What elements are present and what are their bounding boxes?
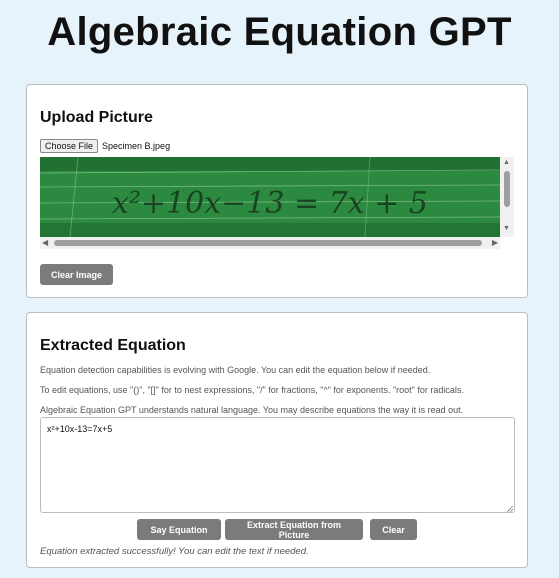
scroll-down-icon[interactable]: ▼: [503, 225, 510, 232]
file-name: Specimen B.jpeg: [102, 141, 171, 151]
say-equation-button[interactable]: Say Equation: [137, 519, 221, 540]
vertical-scrollbar[interactable]: ▲ ▼: [500, 157, 514, 237]
horizontal-scrollbar[interactable]: ◀ ▶: [40, 237, 500, 249]
horizontal-scroll-thumb[interactable]: [54, 240, 482, 246]
scroll-up-icon[interactable]: ▲: [503, 159, 510, 166]
image-preview-container: x²+10x−13 = 7x + 5 ▲ ▼ ◀ ▶: [40, 157, 514, 249]
extract-card: Extracted Equation Equation detection ca…: [26, 312, 528, 568]
image-equation-text: x²+10x−13 = 7x + 5: [112, 186, 428, 221]
scroll-left-icon[interactable]: ◀: [42, 238, 48, 247]
help-text-detection: Equation detection capabilities is evolv…: [40, 365, 431, 375]
upload-card: Upload Picture Choose File Specimen B.jp…: [26, 84, 528, 298]
extract-heading: Extracted Equation: [40, 337, 186, 354]
help-text-syntax: To edit equations, use "()", "[]" for to…: [40, 385, 464, 395]
extract-equation-button[interactable]: Extract Equation from Picture: [225, 519, 363, 540]
chalkboard-image: x²+10x−13 = 7x + 5: [40, 157, 500, 237]
status-message: Equation extracted successfully! You can…: [40, 546, 309, 557]
clear-image-button[interactable]: Clear Image: [40, 264, 113, 285]
app-page: Algebraic Equation GPT Upload Picture Ch…: [0, 0, 559, 578]
help-text-natural-language: Algebraic Equation GPT understands natur…: [40, 405, 464, 415]
equation-textarea[interactable]: x²+10x-13=7x+5: [40, 417, 515, 513]
clear-button[interactable]: Clear: [370, 519, 417, 540]
vertical-scroll-thumb[interactable]: [504, 171, 510, 207]
app-title: Algebraic Equation GPT: [47, 10, 512, 54]
scroll-right-icon[interactable]: ▶: [492, 238, 498, 247]
choose-file-button[interactable]: Choose File: [40, 139, 99, 153]
upload-heading: Upload Picture: [40, 109, 153, 126]
file-input-row: Choose File Specimen B.jpeg: [40, 139, 170, 153]
resize-grip-icon[interactable]: [507, 506, 513, 512]
image-preview: x²+10x−13 = 7x + 5: [40, 157, 500, 237]
